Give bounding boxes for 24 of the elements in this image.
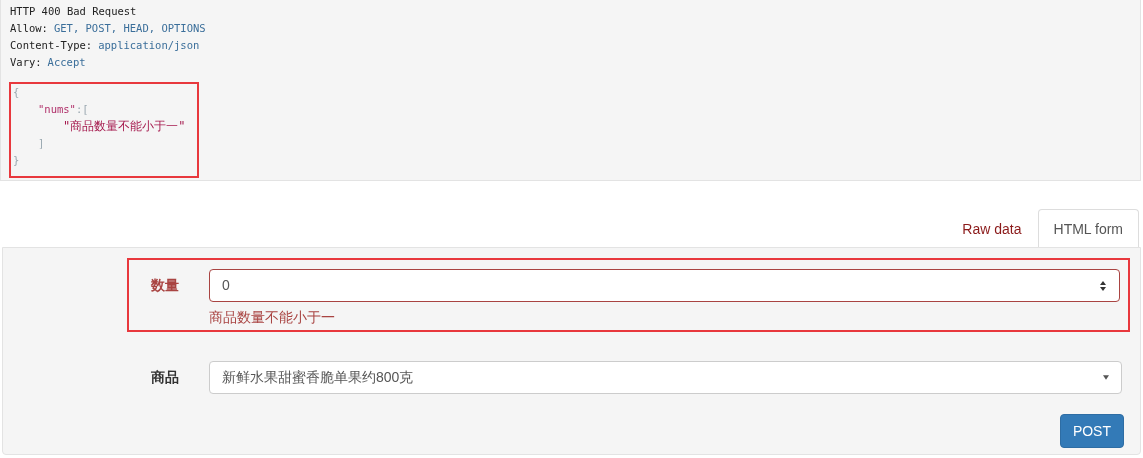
- post-button[interactable]: POST: [1059, 414, 1124, 448]
- caret-icon: [1103, 375, 1109, 380]
- field-label: 商品: [150, 368, 180, 387]
- tab[interactable]: Raw data: [946, 209, 1038, 247]
- header-value: application/json: [98, 39, 200, 51]
- header-value: Accept: [47, 56, 86, 68]
- json-colon: :: [75, 103, 83, 115]
- spinner-icon[interactable]: [1099, 279, 1107, 292]
- json-bracket: ]: [38, 137, 45, 149]
- header-name: Content-Type:: [10, 39, 93, 51]
- status-line: HTTP 400 Bad Request: [10, 4, 138, 19]
- json-bracket: [: [82, 103, 89, 115]
- json-brace: {: [13, 86, 20, 98]
- header-name: Allow:: [10, 22, 48, 34]
- header-value: GET, POST, HEAD, OPTIONS: [53, 22, 206, 34]
- header-name: Vary:: [10, 56, 42, 68]
- json-key: "nums": [38, 103, 76, 115]
- json-string: "商品数量不能小于一": [63, 119, 186, 133]
- select-field[interactable]: 新鲜水果甜蜜香脆单果约800克: [209, 361, 1122, 394]
- field-label: 数量: [150, 276, 180, 295]
- tab[interactable]: HTML form: [1037, 209, 1139, 247]
- number-field[interactable]: 0: [209, 269, 1120, 302]
- json-brace: }: [13, 154, 20, 166]
- error-message: 商品数量不能小于一: [209, 308, 336, 326]
